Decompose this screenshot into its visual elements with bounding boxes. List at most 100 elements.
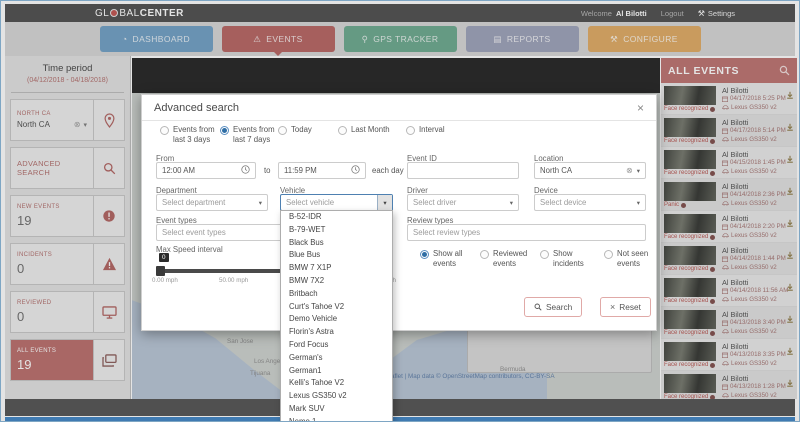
nav-tab[interactable]: ◔ DASHBOARD [99, 26, 213, 52]
badge-icon [710, 266, 716, 272]
event-vehicle-text: Lexus GS350 v2 [731, 200, 777, 207]
review-radio-option[interactable]: Reviewed events [480, 249, 539, 268]
download-icon[interactable] [786, 86, 794, 104]
event-thumbnail [664, 342, 716, 361]
vehicle-dropdown-option[interactable]: Ford Focus [281, 339, 392, 352]
counter-incidents[interactable]: INCIDENTS 0 [10, 243, 125, 285]
driver-select[interactable]: Select driver ▾ [407, 194, 519, 211]
vehicle-dropdown-option[interactable]: Curt's Tahoe V2 [281, 301, 392, 314]
clock-icon [241, 165, 250, 176]
nav-tab[interactable]: ⚠ EVENTS [221, 26, 335, 56]
settings-link[interactable]: ⚒ Settings [698, 9, 735, 18]
period-radio-option[interactable]: Events from last 3 days [160, 125, 225, 144]
event-list-item[interactable]: Face recognized Al Bilotti 04/13/2018 3:… [661, 339, 797, 370]
event-badge-label: Face recognized [664, 298, 709, 304]
vehicle-dropdown-option[interactable]: BMW 7X2 [281, 275, 392, 288]
location-select[interactable]: North CA ⊗ ▾ [17, 120, 87, 129]
to-time-input[interactable]: 11:59 PM [278, 162, 366, 179]
from-time-input[interactable]: 12:00 AM [156, 162, 256, 179]
download-icon[interactable] [786, 118, 794, 136]
review-types-input[interactable]: Select review types [407, 224, 646, 241]
event-list-item[interactable]: Face recognized Al Bilotti 04/17/2018 5:… [661, 83, 797, 114]
map-attribution[interactable]: Leaflet | Map data © OpenStreetMap contr… [384, 373, 555, 380]
clear-icon[interactable]: ⊗ [74, 120, 81, 129]
counter-value: 19 [17, 357, 32, 372]
download-icon[interactable] [786, 310, 794, 328]
counter-value: 0 [17, 309, 25, 324]
vehicle-dropdown-option[interactable]: Blue Bus [281, 249, 392, 262]
event-list-item[interactable]: Face recognized Al Bilotti 04/13/2018 3:… [661, 307, 797, 338]
location-pin-icon[interactable] [94, 100, 124, 140]
vehicle-dropdown-option[interactable]: B-79-WET [281, 224, 392, 237]
review-radio-option[interactable]: Show all events [420, 249, 479, 268]
panel-search-icon[interactable] [779, 65, 790, 76]
download-icon[interactable] [786, 214, 794, 232]
device-select[interactable]: Select device ▾ [534, 194, 646, 211]
download-icon[interactable] [786, 342, 794, 360]
vehicle-dropdown-option[interactable]: Kelli's Tahoe V2 [281, 377, 392, 390]
download-icon[interactable] [786, 246, 794, 264]
vehicle-dropdown-option[interactable]: BMW 7 X1P [281, 262, 392, 275]
download-icon[interactable] [786, 278, 794, 296]
vehicle-dropdown-option[interactable]: German1 [281, 365, 392, 378]
calendar-icon [722, 256, 728, 262]
download-icon[interactable] [786, 150, 794, 168]
department-select[interactable]: Select department ▾ [156, 194, 268, 211]
period-option-label: Today [291, 125, 312, 134]
logo-circle-icon [110, 9, 119, 17]
nav-tab[interactable]: ▤ REPORTS [465, 26, 579, 52]
vehicle-dropdown-option[interactable]: B-52-IDR [281, 211, 392, 224]
download-icon[interactable] [786, 374, 794, 392]
advanced-search-card[interactable]: ADVANCED SEARCH [10, 147, 125, 189]
nav-tab[interactable]: ⚒ CONFIGURE [587, 26, 701, 52]
vehicle-dropdown-option[interactable]: Black Bus [281, 237, 392, 250]
user-name[interactable]: Al Bilotti [616, 9, 647, 18]
event-list-item[interactable]: Face recognized Al Bilotti 04/13/2018 1:… [661, 371, 797, 399]
location-select[interactable]: North CA ⊗ ▾ [534, 162, 646, 179]
vehicle-dropdown-option[interactable]: German's [281, 352, 392, 365]
vehicle-dropdown-option[interactable]: Britbach [281, 288, 392, 301]
download-icon[interactable] [786, 182, 794, 200]
event-thumbnail [664, 118, 716, 137]
chevron-down-icon: ▾ [636, 167, 640, 175]
period-radio-option[interactable]: Events from last 7 days [220, 125, 285, 144]
logout-link[interactable]: Logout [661, 9, 684, 18]
period-radio-option[interactable]: Interval [406, 125, 471, 135]
event-date-text: 04/17/2018 5:14 PM [730, 127, 786, 134]
alert-icon [94, 196, 124, 236]
event-list-item[interactable]: Face recognized Al Bilotti 04/14/2018 2:… [661, 211, 797, 242]
event-list-item[interactable]: Face recognized Al Bilotti 04/14/2018 11… [661, 275, 797, 306]
event-list-item[interactable]: Face recognized Al Bilotti 04/15/2018 1:… [661, 147, 797, 178]
review-radio-option[interactable]: Show incidents [540, 249, 599, 268]
period-radio-option[interactable]: Last Month [338, 125, 403, 135]
chevron-down-icon: ▾ [383, 199, 387, 207]
vehicle-dropdown-option[interactable]: Mark SUV [281, 403, 392, 416]
event-list-item[interactable]: Face recognized Al Bilotti 04/14/2018 1:… [661, 243, 797, 274]
search-button[interactable]: Search [524, 297, 583, 317]
vehicle-select-button[interactable]: ▾ [377, 195, 392, 210]
vehicle-dropdown-option[interactable]: Demo Vehicle [281, 313, 392, 326]
events-list: Face recognized Al Bilotti 04/17/2018 5:… [661, 83, 797, 399]
counter-all-events[interactable]: ALL EVENTS 19 [10, 339, 125, 381]
event-id-input[interactable] [407, 162, 519, 179]
counter-new-events[interactable]: NEW EVENTS 19 [10, 195, 125, 237]
event-date: 04/14/2018 11:56 AM [722, 287, 788, 294]
clear-icon[interactable]: ⊗ [626, 166, 633, 175]
vehicle-dropdown-option[interactable]: Lexus GS350 v2 [281, 390, 392, 403]
event-list-item[interactable]: Face recognized Al Bilotti 04/17/2018 5:… [661, 115, 797, 146]
nav-tab[interactable]: ⚲ GPS TRACKER [343, 26, 457, 52]
counter-reviewed[interactable]: REVIEWED 0 [10, 291, 125, 333]
review-radio-option[interactable]: Not seen events [604, 249, 663, 268]
car-icon [722, 265, 729, 270]
review-radio-group: Show all events Reviewed events Show inc… [142, 249, 656, 275]
period-radio-option[interactable]: Today [278, 125, 343, 135]
vehicle-dropdown-option[interactable]: Florin's Astra [281, 326, 392, 339]
event-badge-label: Face recognized [664, 106, 709, 112]
close-icon[interactable]: × [637, 102, 644, 114]
period-option-label: Events from last 3 days [173, 125, 215, 144]
reset-button[interactable]: × Reset [600, 297, 651, 317]
event-list-item[interactable]: Panic Al Bilotti 04/14/2018 2:36 PM Lexu… [661, 179, 797, 210]
vehicle-select[interactable]: Select vehicle ▾ [280, 194, 393, 211]
vehicle-dropdown-option[interactable]: Nemo 1 [281, 416, 392, 421]
main-nav: ◔ DASHBOARD ⚠ EVENTS ⚲ GPS TRACKER ▤ REP… [5, 22, 795, 56]
